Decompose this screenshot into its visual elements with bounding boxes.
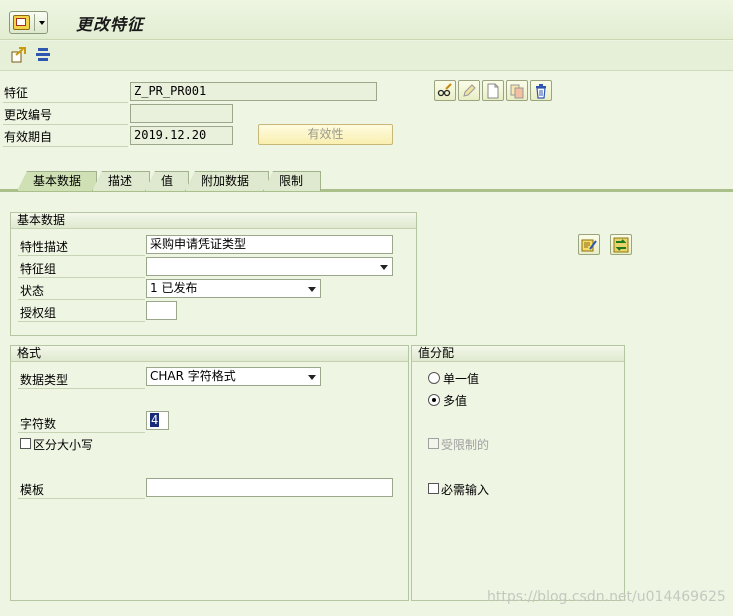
field-divider	[3, 102, 128, 103]
multiple-values-radio[interactable]	[428, 394, 440, 406]
characteristic-label: 特征	[4, 86, 29, 100]
change-number-field[interactable]	[130, 104, 233, 123]
other-object-icon[interactable]	[10, 46, 28, 64]
group-title: 值分配	[412, 346, 624, 362]
template-label: 模板	[20, 483, 45, 497]
chevron-down-icon	[39, 21, 45, 25]
validity-button[interactable]: 有效性	[258, 124, 393, 145]
restricted-label: 受限制的	[441, 438, 490, 452]
create-button[interactable]	[482, 80, 504, 101]
page-title: 更改特征	[76, 15, 145, 34]
status-dropdown[interactable]: 1 已发布	[146, 279, 321, 298]
tab-values[interactable]: 值	[145, 171, 189, 191]
note-pencil-icon	[581, 239, 597, 252]
sap-menu-icon	[13, 15, 30, 30]
chevron-down-icon[interactable]	[308, 287, 316, 292]
application-toolbar	[0, 41, 733, 71]
display-change-button[interactable]	[434, 80, 456, 101]
edit-button[interactable]	[458, 80, 480, 101]
chevron-down-icon[interactable]	[380, 265, 388, 270]
field-divider	[18, 388, 145, 389]
number-of-chars-label: 字符数	[20, 417, 57, 431]
blank-page-icon	[487, 83, 499, 99]
data-type-dropdown[interactable]: CHAR 字符格式	[146, 367, 321, 386]
glasses-pencil-icon	[437, 83, 452, 97]
trash-icon	[536, 84, 546, 99]
tab-description[interactable]: 描述	[92, 171, 150, 191]
field-divider	[18, 299, 145, 300]
authorization-group-field[interactable]	[146, 301, 177, 320]
status-label: 状态	[20, 284, 45, 298]
multiple-values-label: 多值	[443, 394, 468, 408]
copy-pages-icon	[510, 84, 524, 99]
hierarchy-icon[interactable]	[34, 46, 52, 64]
entry-required-label: 必需输入	[441, 483, 490, 497]
data-type-label: 数据类型	[20, 373, 69, 387]
selected-text: 4	[150, 413, 160, 427]
delete-button[interactable]	[530, 80, 552, 101]
documentation-button[interactable]	[578, 234, 600, 255]
entry-required-checkbox[interactable]	[428, 483, 439, 494]
field-divider	[18, 432, 145, 433]
field-divider	[18, 277, 145, 278]
copy-button[interactable]	[506, 80, 528, 101]
transfer-arrows-icon	[613, 237, 629, 253]
field-divider	[3, 124, 128, 125]
number-of-chars-field[interactable]: 4	[146, 411, 169, 430]
field-divider	[3, 146, 128, 147]
pencil-icon	[463, 84, 476, 97]
separator	[34, 14, 35, 31]
chevron-down-icon[interactable]	[308, 375, 316, 380]
tab-additional-data[interactable]: 附加数据	[185, 171, 269, 191]
valid-from-label: 有效期自	[4, 130, 53, 144]
change-number-label: 更改编号	[4, 108, 53, 122]
authorization-group-label: 授权组	[20, 306, 57, 320]
field-divider	[18, 255, 145, 256]
restricted-checkbox	[428, 438, 439, 449]
watermark: https://blog.csdn.net/u014469625	[487, 589, 726, 605]
case-sensitive-checkbox[interactable]	[20, 438, 31, 449]
tab-restrictions[interactable]: 限制	[263, 171, 321, 191]
valid-from-field[interactable]: 2019.12.20	[130, 126, 233, 145]
group-title: 基本数据	[11, 213, 416, 229]
single-value-label: 单一值	[443, 372, 480, 386]
system-menu-button[interactable]	[9, 11, 48, 34]
template-field[interactable]	[146, 478, 393, 497]
characteristic-field[interactable]: Z_PR_PR001	[130, 82, 377, 101]
description-field[interactable]: 采购申请凭证类型	[146, 235, 393, 254]
single-value-radio[interactable]	[428, 372, 440, 384]
field-divider	[18, 321, 145, 322]
transfer-button[interactable]	[610, 234, 632, 255]
group-title: 格式	[11, 346, 408, 362]
characteristic-group-dropdown[interactable]	[146, 257, 393, 276]
field-divider	[18, 498, 145, 499]
description-label: 特性描述	[20, 240, 69, 254]
case-sensitive-label: 区分大小写	[33, 438, 94, 452]
tab-basic-data[interactable]: 基本数据	[17, 171, 97, 191]
characteristic-group-label: 特征组	[20, 262, 57, 276]
